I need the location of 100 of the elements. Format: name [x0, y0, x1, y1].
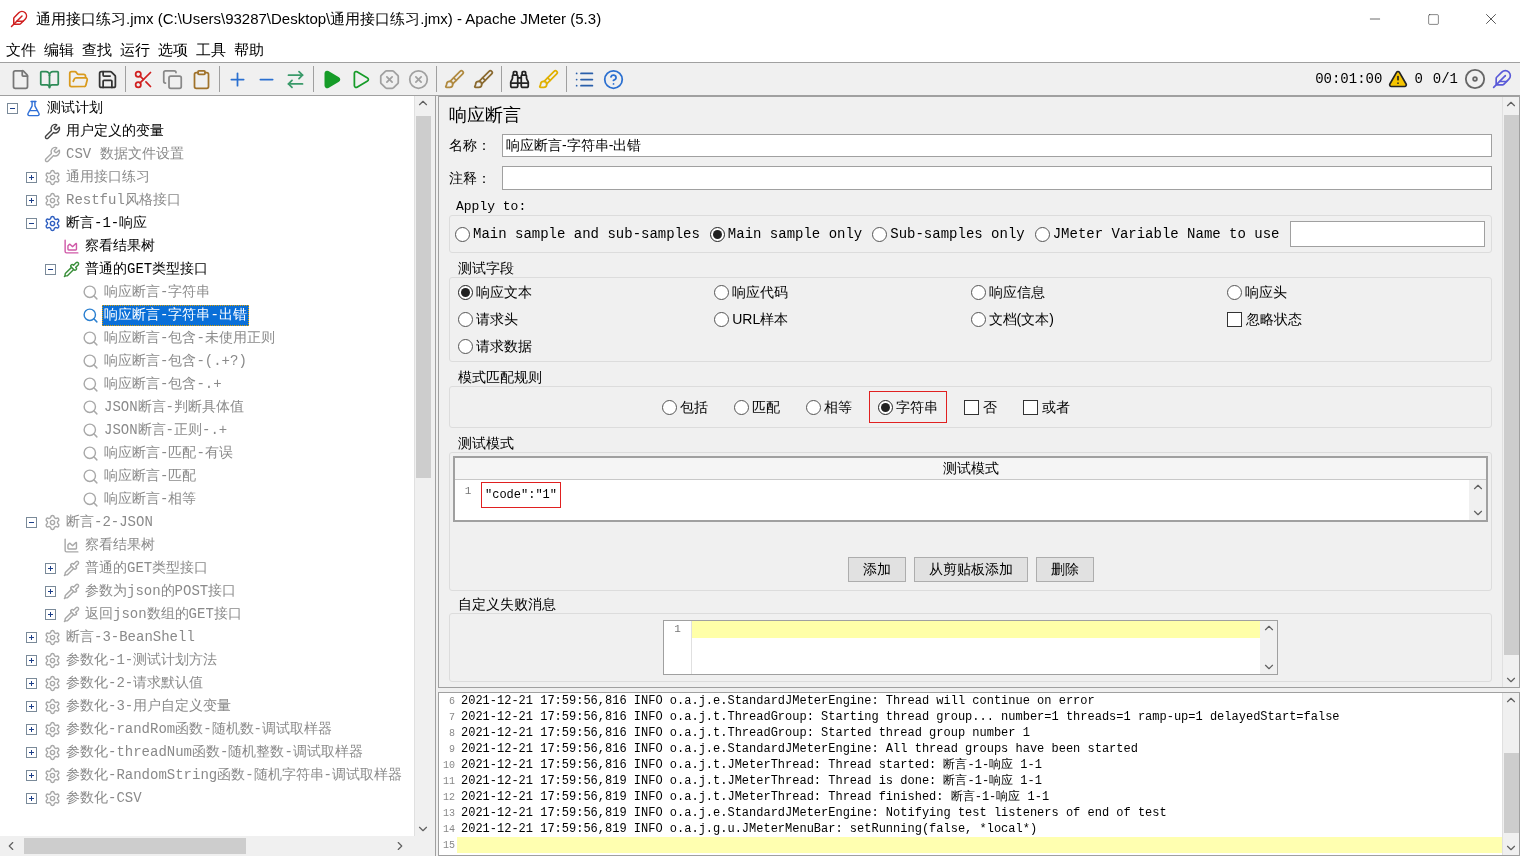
- vertical-scrollbar[interactable]: [1502, 97, 1519, 687]
- radio-indicator[interactable]: [661, 399, 677, 415]
- file-icon[interactable]: [10, 68, 31, 90]
- radio-indicator[interactable]: [970, 285, 986, 300]
- tree-item[interactable]: 用户定义的变量: [64, 121, 166, 142]
- copy-icon[interactable]: [162, 68, 183, 90]
- checkbox-indicator[interactable]: [1226, 312, 1242, 327]
- menu-item[interactable]: 选项: [158, 40, 188, 60]
- warning-icon[interactable]: [1388, 69, 1409, 89]
- radio-indicator[interactable]: [714, 285, 730, 300]
- radio-button[interactable]: JMeter Variable Name to use: [1034, 223, 1280, 245]
- comment-field[interactable]: [502, 166, 1492, 190]
- vertical-scrollbar[interactable]: [1260, 621, 1277, 674]
- checkbox[interactable]: 否: [963, 396, 997, 418]
- radio-indicator[interactable]: [1226, 285, 1242, 300]
- collapse-icon[interactable]: [45, 264, 56, 275]
- collapse-icon[interactable]: [26, 218, 37, 229]
- menu-item[interactable]: 工具: [196, 40, 226, 60]
- radio-indicator[interactable]: [970, 312, 986, 327]
- vertical-scrollbar[interactable]: [1469, 480, 1486, 520]
- scrollbar-thumb[interactable]: [416, 116, 431, 478]
- pipette-icon: [63, 606, 80, 623]
- radio-button[interactable]: 请求头: [458, 309, 518, 330]
- column-header[interactable]: 测试模式: [455, 458, 1486, 480]
- radio-button[interactable]: 文档(文本): [970, 309, 1054, 330]
- log-line: 2021-12-21 17:59:56,816 INFO o.a.j.t.ThreadGroup: Starting thread group... number=1 threads=1 ramp-up=1 delayedStart=false: [461, 709, 1340, 725]
- radio-button[interactable]: Main sample and sub-samples: [455, 223, 700, 245]
- gear-icon: [44, 629, 61, 646]
- scrollbar-thumb[interactable]: [24, 838, 246, 854]
- action-button[interactable]: 从剪贴板添加: [913, 557, 1028, 582]
- collapse-icon[interactable]: [7, 103, 18, 114]
- radio-indicator[interactable]: [455, 226, 470, 242]
- help-icon[interactable]: [603, 68, 624, 90]
- radio-button[interactable]: 响应代码: [714, 282, 789, 303]
- radio-indicator[interactable]: [805, 399, 821, 415]
- radio-indicator[interactable]: [709, 226, 725, 242]
- scissors-icon[interactable]: [133, 68, 154, 90]
- tree-item[interactable]: 断言-1-响应: [64, 213, 150, 234]
- radio-button[interactable]: URL样本: [714, 309, 789, 330]
- radio-button[interactable]: 包括: [661, 396, 708, 418]
- menu-item[interactable]: 文件: [6, 40, 36, 60]
- radio-button[interactable]: 相等: [805, 396, 852, 418]
- book-icon[interactable]: [39, 68, 60, 90]
- menu-item[interactable]: 查找: [82, 40, 112, 60]
- action-button[interactable]: 添加: [847, 557, 906, 582]
- checkbox-indicator[interactable]: [1022, 399, 1038, 415]
- line-number: 1: [463, 484, 473, 499]
- maximize-icon[interactable]: [1426, 12, 1440, 26]
- radio-button[interactable]: 响应头: [1226, 282, 1287, 303]
- variable-name-field[interactable]: [1289, 221, 1485, 247]
- name-field[interactable]: 响应断言-字符串-出错: [502, 134, 1492, 157]
- tree-item[interactable]: 响应断言-字符串-出错: [102, 305, 249, 326]
- radio-indicator[interactable]: [872, 226, 888, 242]
- menu-item[interactable]: 编辑: [44, 40, 74, 60]
- tree-item[interactable]: 测试计划: [45, 98, 105, 119]
- radio-indicator[interactable]: [714, 312, 730, 327]
- disc-icon[interactable]: [1464, 68, 1486, 90]
- broom-icon[interactable]: [473, 68, 494, 90]
- radio-indicator[interactable]: [458, 312, 473, 327]
- broom-icon[interactable]: [444, 68, 465, 90]
- radio-button[interactable]: 响应信息: [970, 282, 1045, 303]
- radio-indicator[interactable]: [1034, 226, 1050, 242]
- scrollbar-thumb[interactable]: [1504, 115, 1519, 655]
- radio-button[interactable]: 请求数据: [458, 336, 532, 357]
- radio-button[interactable]: 字符串: [877, 396, 938, 418]
- radio-button[interactable]: 响应文本: [458, 282, 532, 303]
- magnifier-icon: [82, 284, 99, 301]
- magnifier-icon: [82, 399, 99, 416]
- tree-item[interactable]: 普通的GET类型接口: [83, 259, 211, 280]
- checkbox[interactable]: 忽略状态: [1226, 309, 1302, 330]
- action-button[interactable]: 删除: [1035, 557, 1094, 582]
- save-icon[interactable]: [97, 68, 118, 90]
- tree-item[interactable]: 察看结果树: [83, 236, 157, 257]
- pattern-text[interactable]: "code":"1": [481, 482, 561, 508]
- scrollbar-thumb[interactable]: [1504, 753, 1519, 833]
- message-editor[interactable]: 1: [663, 620, 1278, 675]
- radio-indicator[interactable]: [458, 285, 473, 300]
- line-number: 1: [673, 622, 682, 637]
- gear-icon: [44, 790, 61, 807]
- line-number: 14: [442, 822, 456, 837]
- feather-icon[interactable]: [1492, 69, 1512, 89]
- radio-indicator[interactable]: [458, 339, 473, 354]
- clipboard-icon[interactable]: [191, 68, 212, 90]
- radio-indicator[interactable]: [877, 399, 893, 415]
- magnifier-icon: [82, 353, 99, 370]
- radio-button[interactable]: Main sample only: [709, 223, 863, 245]
- radio-button[interactable]: Sub-samples only: [872, 223, 1025, 245]
- checkbox-indicator[interactable]: [963, 399, 979, 415]
- checkbox[interactable]: 或者: [1022, 396, 1070, 418]
- thread-count: 0/1: [1432, 69, 1458, 89]
- line-number: 11: [442, 774, 456, 789]
- toggle-icon[interactable]: [285, 68, 306, 90]
- magnifier-icon: [82, 468, 99, 485]
- radio-indicator[interactable]: [733, 399, 749, 415]
- gear-icon: [44, 192, 61, 209]
- vertical-scrollbar[interactable]: [1502, 693, 1519, 855]
- menu-item[interactable]: 帮助: [234, 40, 264, 60]
- menu-item[interactable]: 运行: [120, 40, 150, 60]
- binoculars-icon[interactable]: [509, 68, 530, 90]
- radio-button[interactable]: 匹配: [733, 396, 780, 418]
